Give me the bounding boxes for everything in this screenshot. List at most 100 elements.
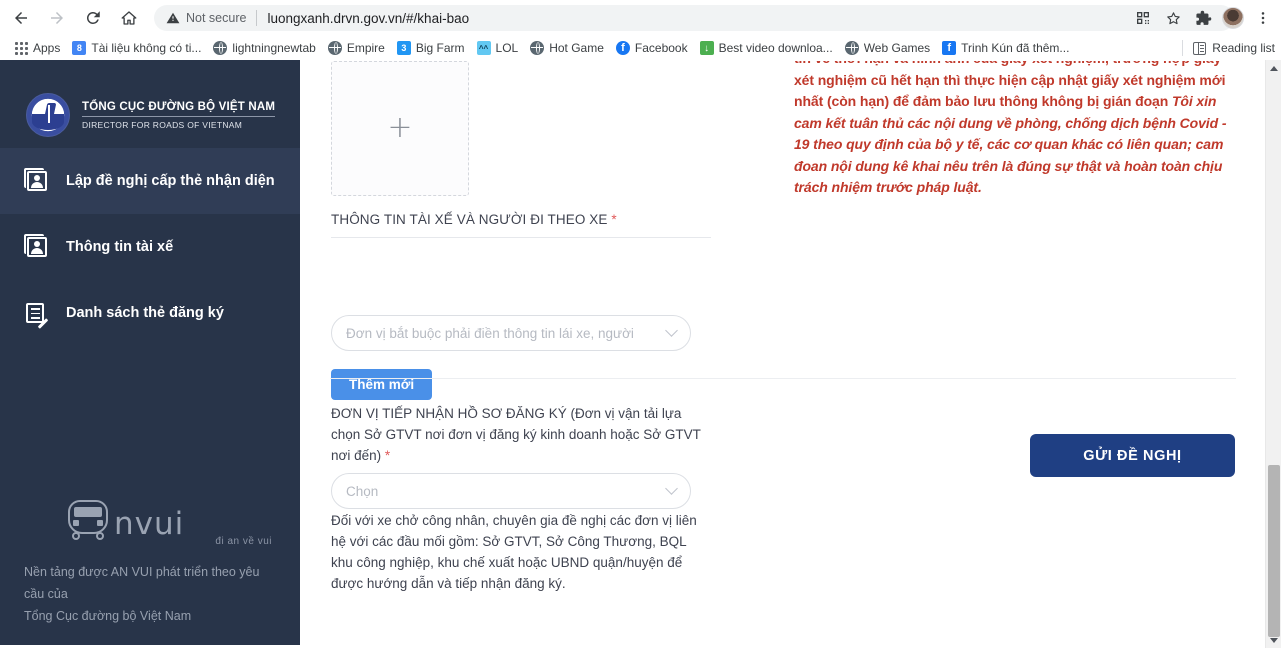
org-subtitle: DIRECTOR FOR ROADS OF VIETNAM <box>82 119 243 130</box>
bigfarm-favicon: 3 <box>396 41 411 55</box>
scroll-clip-mask <box>790 60 1240 61</box>
globe-favicon-icon <box>327 41 342 55</box>
warning-triangle-icon <box>166 12 180 24</box>
bookmark-tai-lieu[interactable]: 8 Tài liệu không có ti... <box>66 39 207 57</box>
bookmark-trinh-kun[interactable]: f Trinh Kún đã thêm... <box>936 39 1075 57</box>
footer-note-line2: Tổng Cục đường bộ Việt Nam <box>24 609 192 623</box>
required-mark: * <box>611 212 617 227</box>
browser-chrome: Not secure luongxanh.drvn.gov.vn/#/khai-… <box>0 0 1281 60</box>
receiver-section-label: ĐƠN VỊ TIẾP NHẬN HỒ SƠ ĐĂNG KÝ (Đơn vị v… <box>331 403 701 466</box>
bookmark-label: Hot Game <box>549 41 604 55</box>
bookmark-label: Tài liệu không có ti... <box>91 41 202 55</box>
drivers-select-placeholder: Đơn vị bắt buộc phải điền thông tin lái … <box>346 325 634 341</box>
scrollbar-thumb[interactable] <box>1268 465 1280 637</box>
puzzle-extensions-icon[interactable] <box>1189 4 1217 32</box>
list-edit-icon <box>24 300 50 329</box>
add-new-button[interactable]: Thêm mới <box>331 369 433 400</box>
reading-list-label: Reading list <box>1212 41 1275 55</box>
drivers-select[interactable]: Đơn vị bắt buộc phải điền thông tin lái … <box>331 315 691 351</box>
bookmark-label: Big Farm <box>415 41 465 55</box>
required-mark: * <box>384 448 391 463</box>
bookmark-label: Best video downloa... <box>718 41 833 55</box>
id-card-icon <box>24 234 50 260</box>
org-title: TỔNG CỤC ĐƯỜNG BỘ VIỆT NAM <box>82 101 276 117</box>
omnibox-separator <box>256 10 258 26</box>
scroll-up-arrow[interactable] <box>1266 60 1281 76</box>
bus-icon <box>66 498 110 540</box>
bookmark-apps[interactable]: Apps <box>8 39 66 57</box>
home-button[interactable] <box>114 3 144 33</box>
lol-favicon: ^^ <box>476 41 491 55</box>
bookmark-best-video-downloader[interactable]: ↓ Best video downloa... <box>694 39 839 57</box>
bookmark-lol[interactable]: ^^ LOL <box>471 39 525 57</box>
footer-note: Nền tảng được AN VUI phát triển theo yêu… <box>24 561 276 627</box>
google-favicon: 8 <box>72 41 87 55</box>
sidebar-item-danh-sach-the[interactable]: Danh sách thẻ đăng ký <box>0 280 300 346</box>
bookmark-label: Apps <box>33 41 61 55</box>
drivers-label-text: THÔNG TIN TÀI XẾ VÀ NGƯỜI ĐI THEO XE <box>331 212 608 227</box>
reload-button[interactable] <box>78 3 108 33</box>
qr-code-icon[interactable] <box>1129 4 1157 32</box>
receiver-note: Đối với xe chở công nhân, chuyên gia đề … <box>331 513 697 591</box>
bookmark-label: Trinh Kún đã thêm... <box>961 41 1070 55</box>
section-divider <box>330 378 1236 379</box>
main-content: + THÔNG TIN TÀI XẾ VÀ NGƯỜI ĐI THEO XE *… <box>300 60 1255 648</box>
image-upload-box[interactable]: + <box>331 61 469 196</box>
pledge-text: tin về thời hạn và hình ảnh của giấy xét… <box>794 60 1234 199</box>
globe-favicon-icon <box>530 41 545 55</box>
bookmark-empire[interactable]: Empire <box>322 39 391 57</box>
scroll-down-arrow[interactable] <box>1266 632 1281 648</box>
id-card-icon <box>24 168 50 194</box>
footer-note-line1: Nền tảng được AN VUI phát triển theo yêu… <box>24 565 260 601</box>
globe-favicon-icon <box>844 41 859 55</box>
three-dot-menu-icon[interactable] <box>1249 4 1277 32</box>
anvui-wordmark: nvui <box>114 506 185 542</box>
sidebar: TỔNG CỤC ĐƯỜNG BỘ VIỆT NAM DIRECTOR FOR … <box>0 60 300 645</box>
star-icon[interactable] <box>1159 4 1187 32</box>
receiver-select[interactable]: Chọn <box>331 473 691 509</box>
bookmark-lightningnewtab[interactable]: lightningnewtab <box>207 39 321 57</box>
download-favicon: ↓ <box>699 41 714 55</box>
submit-button[interactable]: GỬI ĐỀ NGHỊ <box>1030 434 1235 477</box>
avatar[interactable] <box>1219 4 1247 32</box>
bookmark-hot-game[interactable]: Hot Game <box>524 39 610 57</box>
apps-grid-icon <box>14 41 28 55</box>
plus-icon: + <box>387 109 413 145</box>
drivers-section-label: THÔNG TIN TÀI XẾ VÀ NGƯỜI ĐI THEO XE * <box>331 212 711 238</box>
reading-list-button[interactable]: Reading list <box>1182 36 1275 60</box>
back-button[interactable] <box>6 3 36 33</box>
bookmark-label: lightningnewtab <box>232 41 316 55</box>
sidebar-item-lap-de-nghi[interactable]: Lập đề nghị cấp thẻ nhận diện <box>0 148 300 214</box>
drvn-emblem-icon <box>26 93 70 137</box>
chevron-down-icon <box>665 324 678 337</box>
sidebar-item-thong-tin-tai-xe[interactable]: Thông tin tài xế <box>0 214 300 280</box>
sidebar-item-label: Lập đề nghị cấp thẻ nhận diện <box>66 173 275 189</box>
address-bar[interactable]: Not secure luongxanh.drvn.gov.vn/#/khai-… <box>154 5 1234 31</box>
sidebar-item-label: Danh sách thẻ đăng ký <box>66 305 224 321</box>
chevron-down-icon <box>665 482 678 495</box>
bookmark-label: Empire <box>346 41 385 55</box>
facebook-favicon: f <box>615 41 630 55</box>
browser-toolbar: Not secure luongxanh.drvn.gov.vn/#/khai-… <box>0 0 1281 36</box>
pledge-body: xét nghiệm cũ hết hạn thì thực hiện cập … <box>794 71 1226 110</box>
bookmark-facebook[interactable]: f Facebook <box>610 39 694 57</box>
bookmark-label: Facebook <box>634 41 688 55</box>
toolbar-actions <box>1129 0 1277 36</box>
security-status[interactable]: Not secure <box>166 11 246 25</box>
anvui-logo: nvui <box>24 498 276 540</box>
bookmark-label: Web Games <box>863 41 931 55</box>
url-text[interactable]: luongxanh.drvn.gov.vn/#/khai-bao <box>267 11 469 26</box>
reading-list-icon <box>1193 41 1207 55</box>
sidebar-footer: nvui đi an về vui Nền tảng được AN VUI p… <box>0 498 300 645</box>
facebook-favicon: f <box>942 41 957 55</box>
forward-button[interactable] <box>42 3 72 33</box>
not-secure-label: Not secure <box>186 11 247 25</box>
bookmark-big-farm[interactable]: 3 Big Farm <box>391 39 471 57</box>
globe-favicon-icon <box>213 41 228 55</box>
sidebar-logo: TỔNG CỤC ĐƯỜNG BỘ VIỆT NAM DIRECTOR FOR … <box>0 60 300 148</box>
bookmark-web-games[interactable]: Web Games <box>839 39 936 57</box>
page-viewport: TỔNG CỤC ĐƯỜNG BỘ VIỆT NAM DIRECTOR FOR … <box>0 60 1281 648</box>
page-scrollbar[interactable] <box>1265 60 1281 648</box>
divider <box>1182 40 1184 56</box>
sidebar-item-label: Thông tin tài xế <box>66 239 174 255</box>
